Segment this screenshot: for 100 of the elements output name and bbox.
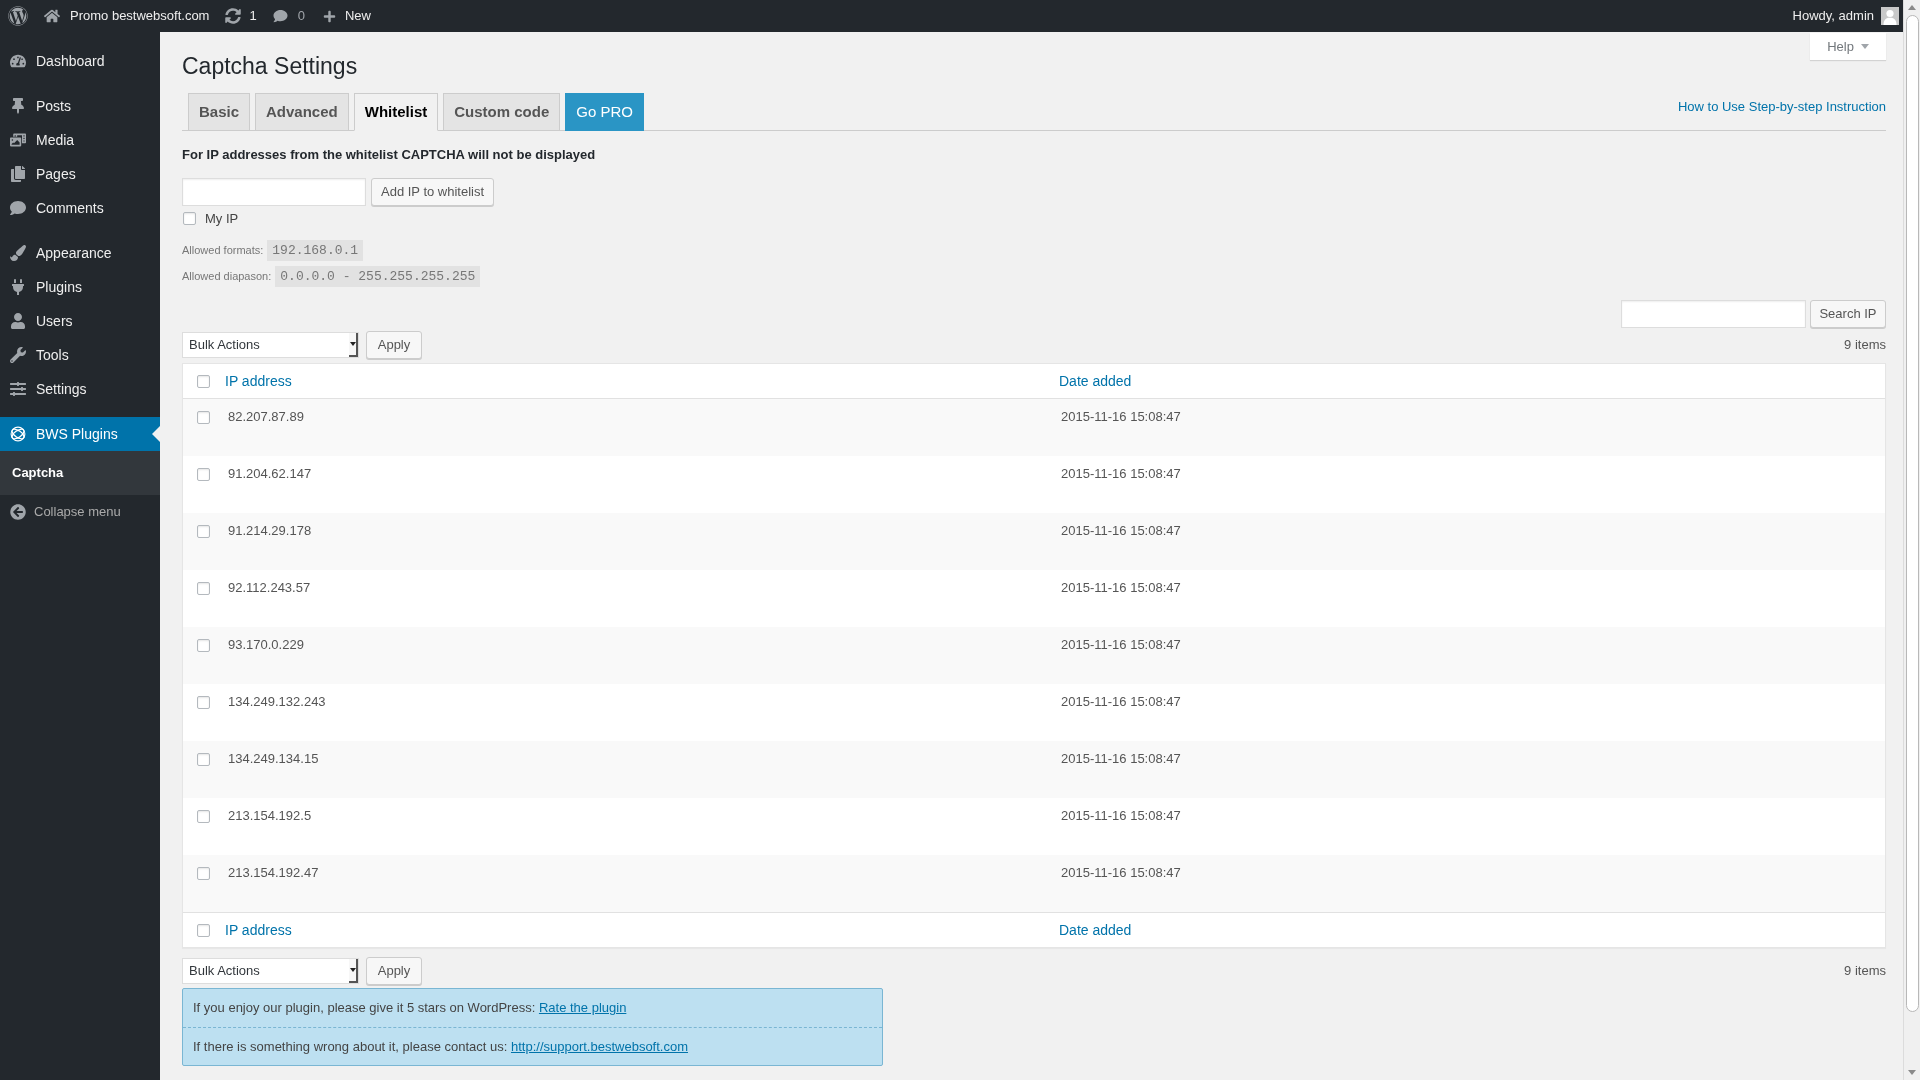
item-count: 9 items — [1844, 962, 1886, 981]
instruction-link[interactable]: How to Use Step-by-step Instruction — [1677, 98, 1886, 116]
notice-text: If you enjoy our plugin, please give it 5 stars on WordPress: Rate the plugin — [193, 999, 627, 1018]
submenu-item[interactable]: Captcha — [0, 458, 160, 488]
speech-bubble-icon — [10, 200, 26, 216]
ip-cell: 93.170.0.229 — [228, 637, 304, 652]
search-ip-button[interactable]: Search IP — [1810, 300, 1886, 328]
pushpin-icon — [10, 98, 26, 114]
sidebar-item[interactable]: Comments — [0, 191, 160, 225]
gauge-icon — [10, 53, 26, 69]
date-cell: 2015-11-16 15:08:47 — [1061, 751, 1181, 766]
scroll-up-icon[interactable] — [1908, 5, 1916, 10]
notice-link[interactable]: http://support.bestwebsoft.com — [510, 1038, 688, 1054]
wrench-icon — [10, 347, 26, 363]
row-checkbox[interactable] — [197, 525, 210, 538]
row-checkbox[interactable] — [197, 753, 210, 766]
whitelist-description: For IP addresses from the whitelist CAPTCHA will not be displayed — [182, 146, 596, 164]
row-checkbox[interactable] — [197, 696, 210, 709]
logo-icon[interactable] — [8, 6, 28, 26]
hint-label: Allowed diapason: — [182, 269, 272, 285]
ip-cell: 91.204.62.147 — [228, 466, 312, 481]
sidebar-item[interactable]: Settings — [0, 372, 160, 406]
ip-cell: 134.249.132.243 — [228, 694, 326, 709]
date-cell: 2015-11-16 15:08:47 — [1061, 580, 1181, 595]
ip-cell: 92.112.243.57 — [228, 580, 311, 595]
ip-cell: 213.154.192.47 — [228, 865, 319, 880]
scrollbar-thumb[interactable] — [1905, 15, 1919, 1012]
refresh-icon — [225, 8, 242, 24]
date-cell: 2015-11-16 15:08:47 — [1061, 523, 1181, 538]
ip-cell: 91.214.29.178 — [228, 523, 312, 538]
add-ip-button[interactable]: Add IP to whitelist — [371, 178, 495, 206]
pages-icon — [10, 166, 26, 182]
select-all-checkbox[interactable] — [197, 374, 210, 388]
sidebar-item[interactable]: Appearance — [0, 236, 160, 270]
sidebar-item[interactable]: Plugins — [0, 270, 160, 304]
sidebar-item[interactable]: Media — [0, 123, 160, 157]
site-name-link[interactable]: Promo bestwebsoft.com — [44, 0, 210, 32]
plus-icon — [322, 9, 336, 23]
home-icon — [44, 8, 60, 24]
speech-bubble-icon — [272, 9, 288, 23]
ip-cell: 82.207.87.89 — [228, 409, 304, 424]
format-example: 192.168.0.1 — [267, 240, 364, 261]
scrollbar-track[interactable] — [1903, 0, 1920, 1080]
tab[interactable]: Whitelist — [353, 93, 439, 131]
page-title: Captcha Settings — [182, 52, 358, 81]
circle-arrow-left-icon — [10, 504, 26, 520]
notice-link[interactable]: Rate the plugin — [538, 1000, 627, 1016]
pointer-arrow-icon — [152, 426, 160, 442]
help-button[interactable]: Help — [1810, 33, 1886, 60]
sidebar-item[interactable]: Users — [0, 304, 160, 338]
ip-cell: 213.154.192.5 — [228, 808, 312, 823]
bulk-actions-select[interactable]: Bulk Actions — [182, 958, 359, 984]
row-checkbox[interactable] — [197, 810, 210, 823]
paintbrush-icon — [10, 245, 26, 261]
scroll-down-icon[interactable] — [1908, 1070, 1916, 1075]
select-all-checkbox[interactable] — [197, 923, 210, 937]
notice-text: If there is something wrong about it, please contact us: http://support.bestwebsoft.com — [193, 1037, 688, 1056]
row-checkbox[interactable] — [197, 582, 210, 595]
row-checkbox[interactable] — [197, 411, 210, 424]
column-header[interactable]: Date added — [1059, 372, 1132, 389]
sidebar-item[interactable]: Tools — [0, 338, 160, 372]
row-checkbox[interactable] — [197, 639, 210, 652]
photo-video-icon — [10, 132, 26, 148]
format-example: 0.0.0.0 - 255.255.255.255 — [275, 266, 481, 287]
row-checkbox[interactable] — [197, 867, 210, 880]
date-cell: 2015-11-16 15:08:47 — [1061, 637, 1181, 652]
column-header[interactable]: IP address — [225, 921, 292, 938]
sidebar-item[interactable]: Dashboard — [0, 44, 160, 78]
account-menu[interactable]: Howdy, admin — [1792, 0, 1899, 32]
apply-button[interactable]: Apply — [366, 957, 422, 985]
caret-down-icon — [349, 342, 356, 346]
sidebar-item[interactable]: Posts — [0, 89, 160, 123]
user-avatar-icon — [1881, 7, 1899, 25]
collapse-menu-button[interactable]: Collapse menu — [0, 495, 160, 529]
column-header[interactable]: IP address — [225, 372, 292, 389]
sidebar-item[interactable]: Pages — [0, 157, 160, 191]
search-field[interactable] — [1621, 300, 1806, 328]
column-header[interactable]: Date added — [1059, 921, 1132, 938]
user-icon — [10, 313, 26, 329]
date-cell: 2015-11-16 15:08:47 — [1061, 865, 1181, 880]
caret-down-icon — [1860, 44, 1869, 49]
my-ip-label: My IP — [205, 209, 239, 228]
date-cell: 2015-11-16 15:08:47 — [1061, 466, 1181, 481]
row-checkbox[interactable] — [197, 468, 210, 481]
tab[interactable]: Basic — [188, 93, 251, 131]
plug-icon — [10, 279, 26, 295]
date-cell: 2015-11-16 15:08:47 — [1061, 409, 1181, 424]
date-cell: 2015-11-16 15:08:47 — [1061, 808, 1181, 823]
updates-link[interactable]: 1 — [225, 0, 257, 32]
tab[interactable]: Advanced — [255, 93, 349, 131]
apply-button[interactable]: Apply — [366, 331, 422, 359]
tab[interactable]: Custom code — [443, 93, 561, 131]
sidebar-item[interactable]: BWS Plugins — [0, 417, 160, 451]
ip-address-field[interactable] — [182, 178, 366, 206]
new-content-link[interactable]: New — [322, 0, 371, 32]
sliders-icon — [10, 381, 26, 397]
bulk-actions-select[interactable]: Bulk Actions — [182, 332, 359, 358]
item-count: 9 items — [1844, 336, 1886, 355]
my-ip-checkbox[interactable] — [183, 212, 196, 225]
comments-link[interactable]: 0 — [272, 0, 305, 32]
